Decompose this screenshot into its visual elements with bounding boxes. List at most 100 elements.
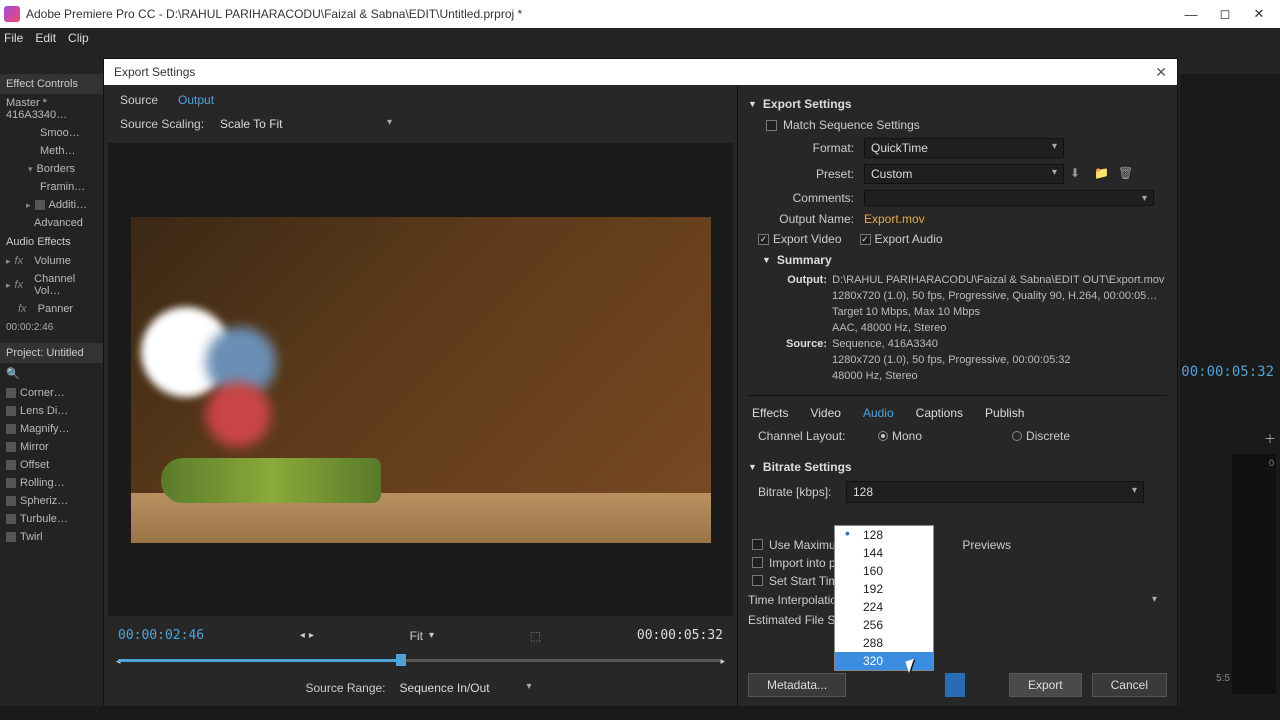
preset-icon [6, 514, 16, 524]
fx-list-item[interactable]: Twirl [20, 531, 43, 543]
tab-output[interactable]: Output [178, 93, 214, 107]
chevron-right-icon[interactable]: ▸ [6, 280, 11, 291]
menu-clip[interactable]: Clip [68, 31, 89, 45]
dialog-title: Export Settings [114, 65, 195, 79]
export-video-checkbox[interactable] [758, 234, 769, 245]
mini-timecode: 00:00:2:46 [0, 318, 103, 337]
source-range-label: Source Range: [305, 681, 385, 695]
preset-icon [6, 406, 16, 416]
tab-effects[interactable]: Effects [752, 406, 788, 420]
use-max-render-checkbox[interactable] [752, 539, 763, 550]
audio-effect-item[interactable]: Panner [38, 303, 73, 315]
queue-button[interactable] [945, 673, 965, 697]
channel-discrete-label: Discrete [1026, 429, 1070, 443]
chevron-right-icon[interactable]: ▸ [26, 200, 31, 211]
fx-list-item[interactable]: Magnify… [20, 423, 70, 435]
tab-publish[interactable]: Publish [985, 406, 1024, 420]
bitrate-option[interactable]: 256 [835, 616, 933, 634]
set-start-tc-checkbox[interactable] [752, 575, 763, 586]
audio-effect-item[interactable]: Channel Vol… [34, 273, 97, 297]
audio-effect-item[interactable]: Volume [34, 255, 71, 267]
fx-list-item[interactable]: Spheriz… [20, 495, 68, 507]
output-name-link[interactable]: Export.mov [864, 212, 925, 226]
channel-mono-radio[interactable] [878, 431, 888, 441]
bitrate-option[interactable]: 224 [835, 598, 933, 616]
tab-source[interactable]: Source [120, 93, 158, 107]
preset-dropdown[interactable]: Custom [864, 164, 1064, 184]
fx-list-item[interactable]: Corner… [20, 387, 65, 399]
save-preset-icon[interactable]: ⬇ [1070, 166, 1088, 182]
bitrate-option[interactable]: 320 [835, 652, 933, 670]
fx-list-item[interactable]: Offset [20, 459, 49, 471]
import-preset-icon[interactable]: 📁 [1094, 166, 1112, 182]
project-panel-header: Project: Untitled [0, 343, 103, 363]
bitrate-option[interactable]: 192 [835, 580, 933, 598]
chevron-down-icon[interactable]: ▾ [429, 630, 434, 641]
delete-preset-icon[interactable]: 🗑 [1118, 166, 1136, 182]
fx-list-item[interactable]: Lens Di… [20, 405, 68, 417]
chevron-down-icon[interactable]: ▼ [748, 462, 757, 472]
channel-discrete-radio[interactable] [1012, 431, 1022, 441]
in-timecode[interactable]: 00:00:02:46 [118, 628, 204, 643]
effect-item[interactable]: Meth… [0, 142, 103, 160]
effect-item[interactable]: Borders [37, 163, 76, 175]
effect-item[interactable]: Advanced [0, 214, 103, 232]
preset-icon [6, 388, 16, 398]
fit-dropdown[interactable]: Fit [410, 629, 423, 643]
chevron-down-icon[interactable]: ▾ [28, 164, 33, 175]
match-sequence-label: Match Sequence Settings [783, 118, 920, 132]
chevron-down-icon[interactable]: ▾ [1152, 594, 1157, 605]
menu-file[interactable]: File [4, 31, 23, 45]
step-back-icon[interactable]: ◂ [300, 630, 305, 641]
source-range-dropdown[interactable]: Sequence In/Out [396, 679, 536, 697]
step-fwd-icon[interactable]: ▸ [309, 630, 314, 641]
preset-icon [6, 532, 16, 542]
effect-item[interactable]: Additi… [49, 199, 88, 211]
match-sequence-checkbox[interactable] [766, 120, 777, 131]
playhead[interactable] [396, 654, 406, 666]
export-audio-checkbox[interactable] [860, 234, 871, 245]
chevron-down-icon[interactable]: ▼ [762, 255, 771, 265]
bitrate-option[interactable]: 160 [835, 562, 933, 580]
close-icon[interactable]: ✕ [1155, 64, 1167, 81]
fx-list-item[interactable]: Turbule… [20, 513, 68, 525]
bitrate-dropdown[interactable]: 128 [846, 481, 1144, 503]
format-label: Format: [772, 141, 858, 155]
fx-list-item[interactable]: Mirror [20, 441, 49, 453]
bitrate-options-list: 128 144 160 192 224 256 288 320 [834, 525, 934, 671]
export-button[interactable]: Export [1009, 673, 1082, 697]
fx-icon [35, 200, 45, 210]
comments-input[interactable] [864, 190, 1154, 206]
format-dropdown[interactable]: QuickTime [864, 138, 1064, 158]
source-scaling-dropdown[interactable]: Scale To Fit [216, 115, 396, 133]
bitrate-option[interactable]: 128 [835, 526, 933, 544]
close-icon[interactable]: ✕ [1242, 6, 1276, 22]
import-project-checkbox[interactable] [752, 557, 763, 568]
tab-audio[interactable]: Audio [863, 406, 894, 420]
effect-controls-header: Effect Controls [0, 74, 103, 94]
export-settings-dialog: Export Settings ✕ Source Output Source S… [103, 58, 1178, 708]
cancel-button[interactable]: Cancel [1092, 673, 1167, 697]
bitrate-option[interactable]: 288 [835, 634, 933, 652]
fx-list-item[interactable]: Rolling… [20, 477, 65, 489]
chevron-right-icon[interactable]: ▸ [6, 256, 11, 267]
out-timecode: 00:00:05:32 [637, 628, 723, 643]
search-icon[interactable]: 🔍 [0, 363, 103, 384]
maximize-icon[interactable]: ◻ [1208, 6, 1242, 22]
window-title: Adobe Premiere Pro CC - D:\RAHUL PARIHAR… [26, 7, 1174, 21]
aspect-icon[interactable]: ⬚ [530, 629, 541, 643]
metadata-button[interactable]: Metadata... [748, 673, 846, 697]
summary-source-label: Source: [772, 337, 827, 353]
tab-captions[interactable]: Captions [916, 406, 963, 420]
effect-item[interactable]: Smoo… [0, 124, 103, 142]
menu-edit[interactable]: Edit [35, 31, 56, 45]
program-timecode: 00:00:05:32 [1181, 364, 1274, 380]
minimize-icon[interactable]: — [1174, 7, 1208, 22]
bitrate-option[interactable]: 144 [835, 544, 933, 562]
comments-label: Comments: [772, 191, 858, 205]
bitrate-label: Bitrate [kbps]: [758, 485, 840, 499]
effect-item[interactable]: Framin… [0, 178, 103, 196]
tab-video[interactable]: Video [810, 406, 840, 420]
scrubber[interactable]: ◂ ▸ [118, 651, 723, 669]
chevron-down-icon[interactable]: ▼ [748, 99, 757, 109]
